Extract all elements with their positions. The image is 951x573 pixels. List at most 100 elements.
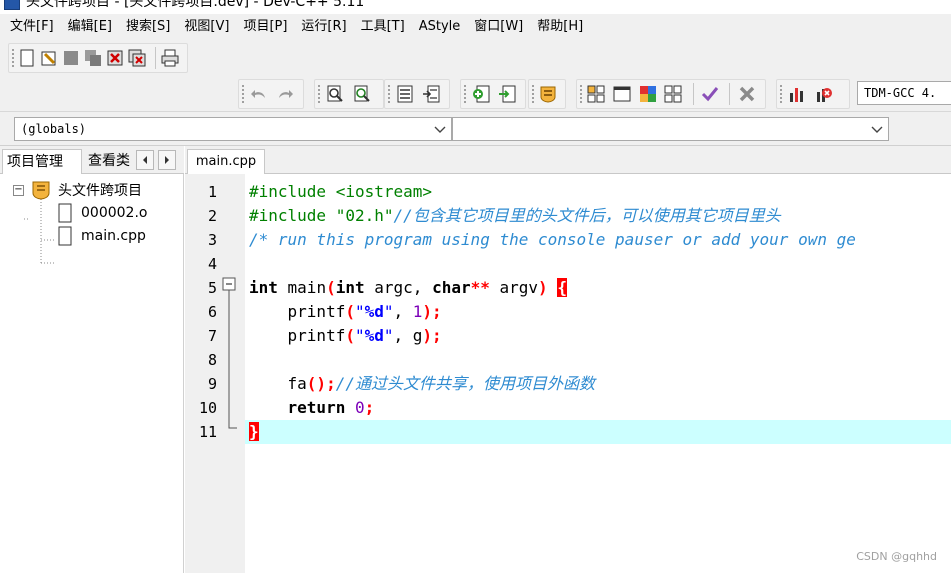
line-number: 5 <box>207 279 217 297</box>
close-file-button[interactable] <box>106 46 125 70</box>
compile-run-toolbar <box>576 79 766 109</box>
class-browser-bar: (globals) <box>0 112 951 146</box>
menu-tools[interactable]: 工具[T] <box>355 14 411 40</box>
project-options-button[interactable] <box>537 82 558 106</box>
menu-file[interactable]: 文件[F] <box>4 14 60 40</box>
menu-run[interactable]: 运行[R] <box>295 14 352 40</box>
bar-chart-icon <box>790 88 803 102</box>
code-line[interactable]: #include <iostream> <box>245 180 951 204</box>
code-line[interactable]: printf("%d", g); <box>245 324 951 348</box>
code-line[interactable]: fa();//通过头文件共享，使用项目外函数 <box>245 372 951 396</box>
tab-class-view[interactable]: 查看类 <box>84 149 136 174</box>
delete-profile-button[interactable] <box>812 82 836 106</box>
printer-icon <box>161 49 179 67</box>
code-token: printf <box>249 326 346 345</box>
code-line[interactable]: printf("%d", 1); <box>245 300 951 324</box>
chevron-right-icon <box>165 156 169 164</box>
code-token: #include <iostream> <box>249 182 433 201</box>
code-token: ( <box>345 326 355 345</box>
menu-view[interactable]: 视图[V] <box>178 14 235 40</box>
compile-and-run-button[interactable] <box>636 82 659 106</box>
stop-x-icon <box>739 86 754 102</box>
code-line[interactable]: #include "02.h"//包含其它项目里的头文件后，可以使用其它项目里头 <box>245 204 951 228</box>
code-token: //包含其它项目里的头文件后，可以使用其它项目里头 <box>393 206 781 225</box>
toggle-bookmark-button[interactable] <box>419 82 442 106</box>
tab-project-manager[interactable]: 项目管理 <box>2 149 82 174</box>
run-button[interactable] <box>611 82 634 106</box>
code-line[interactable] <box>245 348 951 372</box>
code-token: char <box>432 278 471 297</box>
print-button[interactable] <box>161 46 180 70</box>
code-token: ); <box>422 302 442 321</box>
code-token: main <box>277 278 327 297</box>
compile-run-icon <box>639 86 656 102</box>
profile-button[interactable] <box>785 82 809 106</box>
find-toolbar <box>314 79 384 109</box>
compile-button[interactable] <box>585 82 608 106</box>
member-combobox[interactable] <box>452 117 889 141</box>
code-line[interactable]: } <box>245 420 951 444</box>
undo-redo-toolbar <box>238 79 304 109</box>
code-token: " <box>354 326 365 345</box>
save-icon <box>63 51 78 65</box>
bookmark-arrow-icon <box>422 85 439 103</box>
redo-button[interactable] <box>273 82 296 106</box>
undo-arrow-icon <box>250 90 265 98</box>
remove-from-project-button[interactable] <box>495 82 518 106</box>
syntax-check-button[interactable] <box>699 82 722 106</box>
code-token: 1 <box>412 302 423 321</box>
rebuild-all-button[interactable] <box>662 82 685 106</box>
save-button[interactable] <box>61 46 80 70</box>
code-token: fa <box>249 374 307 393</box>
file-name: main.cpp <box>81 228 146 244</box>
stop-execution-button[interactable] <box>735 82 758 106</box>
code-token: ) <box>538 278 548 297</box>
code-editor[interactable]: #include <iostream> #include "02.h"//包含其它… <box>245 174 951 573</box>
menu-project[interactable]: 项目[P] <box>237 14 293 40</box>
menu-search[interactable]: 搜索[S] <box>120 14 176 40</box>
editor-tab-strip: main.cpp <box>185 146 951 174</box>
open-project-button[interactable] <box>39 46 58 70</box>
magnifier-icon <box>327 85 343 102</box>
project-icon <box>32 181 50 200</box>
menu-window[interactable]: 窗口[W] <box>468 14 529 40</box>
undo-button[interactable] <box>247 82 270 106</box>
tree-file-item[interactable]: main.cpp <box>57 225 146 247</box>
tab-scroll-right-button[interactable] <box>158 150 176 170</box>
code-token: , g <box>393 326 423 345</box>
tab-scroll-left-button[interactable] <box>136 150 154 170</box>
tab-main-cpp[interactable]: main.cpp <box>187 149 265 174</box>
tree-collapse-toggle[interactable]: − <box>13 185 24 196</box>
find-button[interactable] <box>323 82 347 106</box>
menu-edit[interactable]: 编辑[E] <box>62 14 118 40</box>
remove-file-icon <box>498 85 515 103</box>
save-all-button[interactable] <box>84 46 103 70</box>
code-line[interactable]: int main(int argc, char** argv) { <box>245 276 951 300</box>
goto-line-button[interactable] <box>393 82 416 106</box>
new-file-button[interactable] <box>17 46 36 70</box>
code-token: , <box>393 302 413 321</box>
tree-file-item[interactable]: 000002.o <box>57 202 147 224</box>
scope-combobox[interactable]: (globals) <box>14 117 452 141</box>
toolbar-separator <box>729 83 731 105</box>
close-all-button[interactable] <box>128 46 147 70</box>
code-token: ** <box>470 278 490 297</box>
compiler-set-select[interactable]: TDM-GCC 4. <box>857 81 951 105</box>
line-number: 1 <box>207 183 217 201</box>
menu-help[interactable]: 帮助[H] <box>531 14 589 40</box>
chevron-down-icon <box>871 126 883 133</box>
close-all-icon <box>128 49 146 67</box>
code-line[interactable]: /* run this program using the console pa… <box>245 228 951 252</box>
code-token: argc, <box>364 278 433 297</box>
code-line[interactable]: return 0; <box>245 396 951 420</box>
tree-project-node[interactable]: 头文件跨项目 <box>31 179 142 201</box>
rebuild-grid-icon <box>664 85 682 103</box>
code-token: } <box>249 422 259 441</box>
save-all-icon <box>85 50 102 66</box>
add-to-project-button[interactable] <box>469 82 492 106</box>
menu-astyle[interactable]: AStyle <box>413 14 467 40</box>
code-line[interactable] <box>245 252 951 276</box>
replace-button[interactable] <box>350 82 374 106</box>
code-token: " <box>383 326 394 345</box>
